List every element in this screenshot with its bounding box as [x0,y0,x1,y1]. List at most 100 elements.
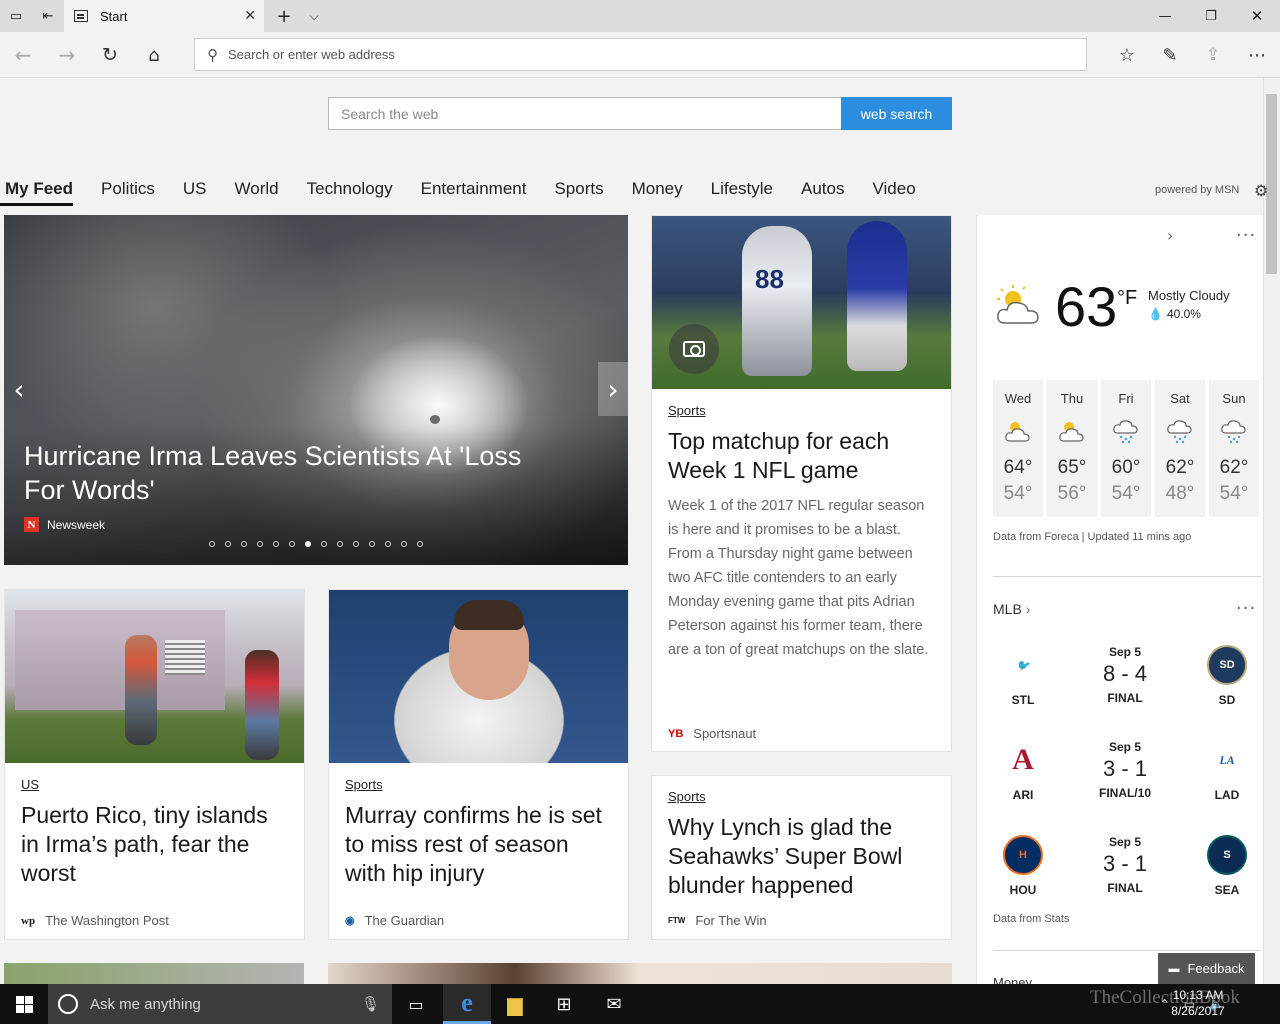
carousel-dot[interactable] [385,541,391,547]
mlb-footer[interactable]: Data from Stats [993,913,1069,925]
carousel-dot[interactable] [401,541,407,547]
divider [993,576,1261,577]
microphone-icon[interactable]: 🎙 [361,995,380,1013]
news-card-lynch[interactable]: Sports Why Lynch is glad the Seahawks’ S… [651,775,952,940]
start-button[interactable] [0,984,48,1024]
hero-source-name: Newsweek [47,517,106,532]
close-tab-icon[interactable]: ✕ [244,7,256,24]
edge-icon[interactable]: e [443,984,491,1024]
share-icon[interactable]: ⇪ [1196,38,1230,72]
carousel-dot[interactable] [369,541,375,547]
back-button[interactable]: ← [6,38,40,72]
home-button[interactable]: ⌂ [137,38,171,72]
card-category-label[interactable]: Sports [668,403,706,418]
set-tabs-aside-icon[interactable]: ⇤ [32,0,64,32]
carousel-dot[interactable] [353,541,359,547]
category-sports[interactable]: Sports [540,176,617,206]
hero-carousel[interactable]: ‹ › Hurricane Irma Leaves Scientists At … [4,215,628,565]
web-search-button[interactable]: web search [841,97,952,130]
hero-source: N Newsweek [24,517,105,532]
mail-icon[interactable]: ✉ [590,984,638,1024]
chevron-down-icon[interactable]: ⌵ [298,0,330,32]
task-view-icon[interactable]: ▭ [392,984,440,1024]
web-note-icon[interactable]: ✎ [1153,38,1187,72]
mlb-game[interactable]: 🐦 STL Sep 5 8 - 4 FINAL SD SD [993,645,1261,725]
mlb-game[interactable]: H HOU Sep 5 3 - 1 FINAL S SEA [993,835,1261,915]
forecast-day[interactable]: Wed 64° 54° [993,380,1043,517]
carousel-dot[interactable] [257,541,263,547]
category-entertainment[interactable]: Entertainment [407,176,541,206]
carousel-next-button[interactable]: › [598,362,628,416]
clock[interactable]: 10:13 AM 8/26/2017 [1158,987,1238,1019]
card-headline[interactable]: Top matchup for each Week 1 NFL game [668,427,937,485]
category-money[interactable]: Money [618,176,697,206]
carousel-dot[interactable] [209,541,215,547]
category-politics[interactable]: Politics [87,176,169,206]
category-lifestyle[interactable]: Lifestyle [697,176,787,206]
carousel-dot[interactable] [305,541,311,547]
mlb-more-icon[interactable]: ··· [1236,598,1256,619]
more-icon[interactable]: ⋯ [1240,38,1274,72]
forward-button[interactable]: → [50,38,84,72]
newsweek-logo-icon: N [24,517,39,532]
category-world[interactable]: World [221,176,293,206]
gear-icon[interactable]: ⚙ [1254,181,1268,200]
forecast-day[interactable]: Fri 60° 54° [1101,380,1151,517]
news-card-puerto-rico[interactable]: US Puerto Rico, tiny islands in Irma’s p… [4,589,305,940]
tab-preview-icon[interactable]: ▭ [0,0,32,32]
minimize-button[interactable]: — [1142,0,1188,32]
refresh-button[interactable]: ↻ [93,38,127,72]
feedback-button[interactable]: ▬ Feedback [1158,953,1255,984]
guardian-logo-icon: ◉ [345,915,355,927]
weather-footer[interactable]: Data from Foreca | Updated 11 mins ago [993,531,1191,543]
close-window-button[interactable]: ✕ [1234,0,1280,32]
card-category-label[interactable]: Sports [345,777,383,792]
next-card-image[interactable] [4,963,304,984]
category-my-feed[interactable]: My Feed [0,176,74,206]
category-video[interactable]: Video [859,176,930,206]
address-bar[interactable]: ⚲ [194,38,1087,71]
carousel-dot[interactable] [273,541,279,547]
news-card-murray[interactable]: Sports Murray confirms he is set to miss… [328,589,629,940]
carousel-dot[interactable] [321,541,327,547]
category-technology[interactable]: Technology [293,176,407,206]
next-card-image[interactable] [328,963,952,984]
mlb-game[interactable]: A ARI Sep 5 3 - 1 FINAL/10 LA LAD [993,740,1261,820]
cortana-search-box[interactable]: Ask me anything 🎙 [48,984,392,1024]
news-card-nfl[interactable]: 88 Sports Top matchup for each Week 1 NF… [651,215,952,752]
forecast-day[interactable]: Sat 62° 48° [1155,380,1205,517]
favorites-icon[interactable]: ☆ [1110,38,1144,72]
card-headline[interactable]: Murray confirms he is set to miss rest o… [345,801,614,888]
carousel-dot[interactable] [337,541,343,547]
carousel-dot[interactable] [289,541,295,547]
store-icon[interactable]: ⊞ [540,984,588,1024]
card-headline[interactable]: Why Lynch is glad the Seahawks’ Super Bo… [668,813,937,900]
category-us[interactable]: US [169,176,221,206]
category-autos[interactable]: Autos [787,176,858,206]
restore-button[interactable]: ❐ [1188,0,1234,32]
carousel-dot[interactable] [417,541,423,547]
card-category-label[interactable]: US [21,777,39,792]
card-category-label[interactable]: Sports [668,789,706,804]
chat-icon: ▬ [1168,962,1180,975]
card-source-name: For The Win [695,913,767,928]
address-input[interactable] [228,47,1028,62]
file-explorer-icon[interactable]: ▆ [491,984,539,1024]
team-home: S SEA [1197,835,1257,897]
forecast-day[interactable]: Sun 62° 54° [1209,380,1259,517]
mlb-section-title[interactable]: MLB › [993,601,1030,617]
weather-next-chevron-icon[interactable]: › [1167,226,1173,245]
card-headline[interactable]: Puerto Rico, tiny islands in Irma’s path… [21,801,290,888]
new-tab-icon[interactable]: + [268,0,300,32]
carousel-dot[interactable] [225,541,231,547]
forecast-day[interactable]: Thu 65° 56° [1047,380,1097,517]
taskbar: Ask me anything 🎙 ▭ e ▆ ⊞ ✉ ⌃ ▭ 🔈 TheCol… [0,984,1280,1024]
card-summary: Week 1 of the 2017 NFL regular season is… [668,498,929,658]
weather-more-icon[interactable]: ··· [1236,225,1256,246]
carousel-prev-button[interactable]: ‹ [4,362,34,416]
temperature-unit[interactable]: °F [1117,287,1137,310]
web-search-input[interactable] [328,97,842,130]
carousel-dot[interactable] [241,541,247,547]
tab-start[interactable]: Start ✕ [64,0,264,32]
hero-headline[interactable]: Hurricane Irma Leaves Scientists At 'Los… [24,439,544,507]
